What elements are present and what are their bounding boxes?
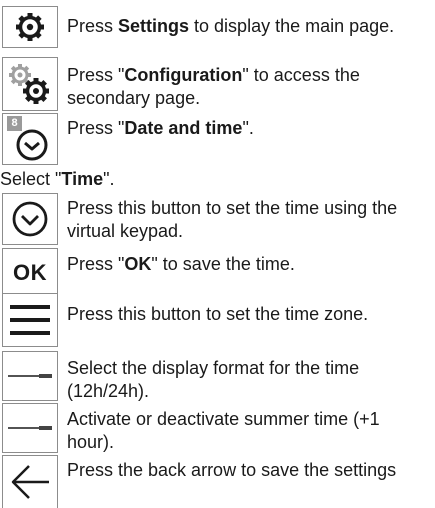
double-gear-icon xyxy=(9,64,49,104)
back-arrow-box[interactable] xyxy=(2,455,58,508)
step-configuration-text: Press "Configuration" to access the seco… xyxy=(67,65,360,108)
keypad-button-box[interactable] xyxy=(2,193,58,245)
badge-number: 8 xyxy=(7,116,22,131)
step-summer-time-text: Activate or deactivate summer time (+1 h… xyxy=(67,409,380,452)
step-keypad-text: Press this button to set the time using … xyxy=(67,198,398,241)
date-time-icon-box[interactable]: 8 xyxy=(2,113,58,165)
step-date-time-text: Press "Date and time". xyxy=(67,118,254,138)
format-toggle-box[interactable] xyxy=(2,351,58,401)
ok-button-box[interactable]: OK xyxy=(2,248,58,298)
step-timezone-text: Press this button to set the time zone. xyxy=(67,304,369,324)
timezone-button-box[interactable] xyxy=(2,293,58,347)
step-select-time-text: Select "Time". xyxy=(0,169,115,189)
step-format-text: Select the display format for the time (… xyxy=(67,358,360,401)
ok-icon: OK xyxy=(13,260,47,285)
slider-toggle-icon xyxy=(8,426,52,430)
settings-gear-icon-box[interactable] xyxy=(2,6,58,48)
step-ok-text: Press "OK" to save the time. xyxy=(67,254,295,274)
step-back-text: Press the back arrow to save the setting… xyxy=(67,460,397,480)
hamburger-menu-icon xyxy=(10,305,50,335)
slider-toggle-icon xyxy=(8,374,52,378)
back-arrow-icon xyxy=(11,465,49,499)
step-settings-text: Press Settings to display the main page. xyxy=(67,16,395,36)
summer-time-toggle-box[interactable] xyxy=(2,403,58,453)
gear-icon xyxy=(16,13,44,41)
configuration-icon-box[interactable] xyxy=(2,57,58,111)
chevron-down-circle-icon xyxy=(12,201,48,237)
